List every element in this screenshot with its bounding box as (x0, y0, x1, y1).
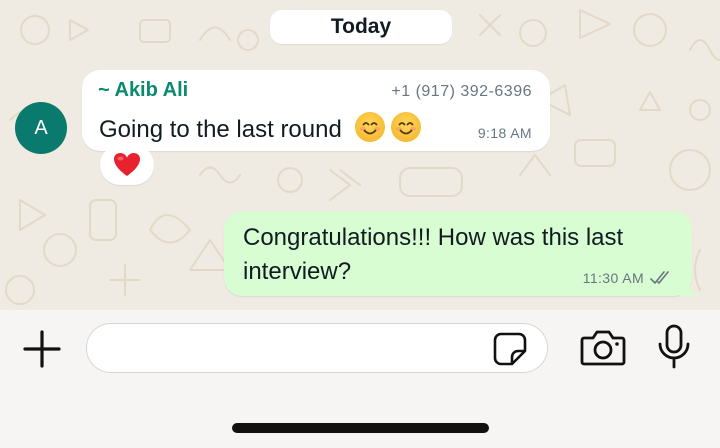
plus-icon[interactable] (22, 329, 62, 369)
chat-area[interactable]: Today A ~ Akib Ali +1 (917) 392-6396 Goi… (0, 0, 720, 310)
camera-icon[interactable] (580, 328, 626, 366)
smiling-face-emoji-icon (354, 112, 385, 142)
smiling-face-emoji-icon (390, 112, 421, 142)
outgoing-bubble-tail (680, 270, 698, 296)
outgoing-message-bubble[interactable]: Congratulations!!! How was this last int… (224, 211, 692, 296)
double-tick-icon (650, 271, 669, 284)
incoming-message-text: Going to the last round (99, 112, 421, 144)
avatar-initial: A (34, 116, 48, 139)
incoming-message-body: Going to the last round (99, 116, 342, 143)
microphone-icon[interactable] (657, 324, 691, 370)
incoming-message-time: 9:18 AM (477, 125, 532, 141)
red-heart-icon (114, 153, 140, 176)
sender-name[interactable]: ~ Akib Ali (98, 79, 188, 102)
message-input[interactable] (86, 323, 548, 373)
home-indicator[interactable] (232, 423, 489, 433)
sender-phone[interactable]: +1 (917) 392-6396 (391, 83, 532, 101)
message-reaction[interactable] (100, 145, 154, 185)
outgoing-message-time: 11:30 AM (582, 270, 644, 286)
incoming-message-bubble[interactable]: ~ Akib Ali +1 (917) 392-6396 Going to th… (82, 70, 550, 151)
sticker-icon[interactable] (492, 331, 528, 367)
date-separator: Today (270, 10, 452, 44)
sender-avatar[interactable]: A (15, 102, 67, 154)
